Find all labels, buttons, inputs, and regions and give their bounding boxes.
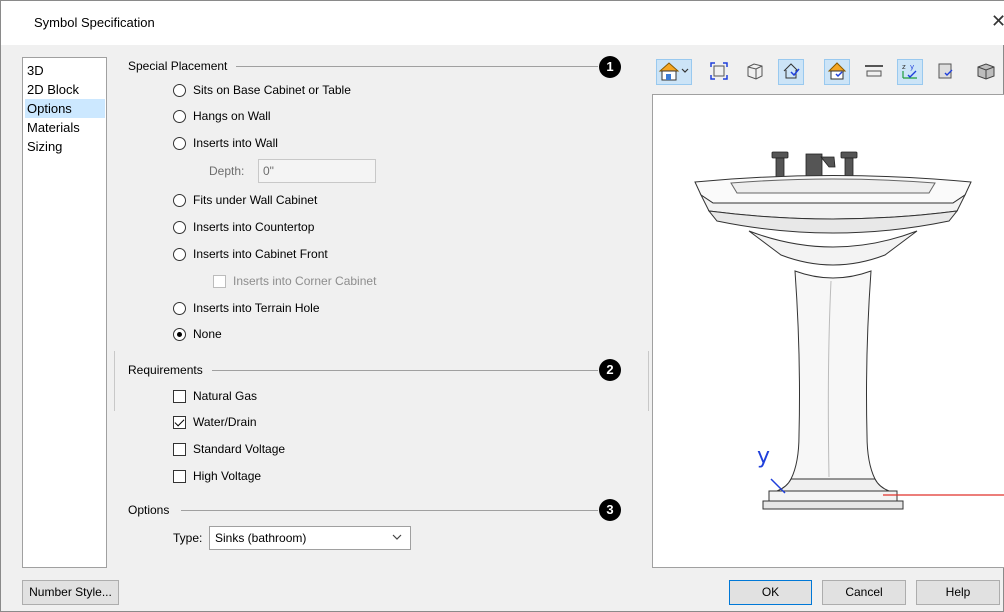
symbol-specification-dialog: Symbol Specification ✕ 3D 2D Block Optio… [0, 0, 1004, 612]
type-select[interactable]: Sinks (bathroom) [209, 526, 411, 550]
special-placement-divider [236, 66, 598, 67]
show-edges-button[interactable] [778, 59, 804, 85]
show-materials-icon [936, 61, 956, 84]
axes-button[interactable]: zy [897, 59, 923, 85]
cube-button[interactable] [973, 59, 999, 85]
checkbox[interactable] [173, 389, 186, 403]
cube-icon [975, 61, 997, 84]
depth-label: Depth: [209, 164, 245, 178]
ok-button[interactable]: OK [729, 580, 812, 605]
svg-text:z: z [902, 63, 906, 71]
checkbox[interactable] [173, 469, 186, 483]
chevron-down-icon [392, 530, 402, 552]
category-list: 3D 2D Block Options Materials Sizing [22, 57, 107, 568]
radio-button[interactable] [173, 301, 186, 315]
radio-inserts-into-terrain-hole[interactable]: Inserts into Terrain Hole [173, 300, 320, 316]
radio-inserts-into-cabinet-front[interactable]: Inserts into Cabinet Front [173, 246, 328, 262]
nav-item-options[interactable]: Options [25, 99, 105, 118]
radio-button[interactable] [173, 83, 186, 97]
checkbox-label: Natural Gas [193, 389, 258, 403]
axes-icon: zy [900, 61, 920, 84]
wireframe-button[interactable] [742, 59, 768, 85]
sink-preview-drawing: y [694, 151, 1004, 510]
radio-label: None [193, 327, 222, 341]
nav-item-materials[interactable]: Materials [25, 118, 105, 137]
radio-hangs-on-wall[interactable]: Hangs on Wall [173, 108, 271, 124]
fill-window-icon [709, 61, 729, 84]
radio-label: Fits under Wall Cabinet [193, 193, 318, 207]
radio-button[interactable] [173, 220, 186, 234]
checkbox-label: High Voltage [193, 469, 262, 483]
show-texture-icon [827, 61, 847, 84]
show-edges-icon [781, 61, 801, 84]
depth-field: 0" [258, 159, 376, 183]
type-label: Type: [173, 531, 203, 545]
checkbox [213, 274, 226, 288]
svg-text:y: y [910, 63, 914, 71]
radio-button[interactable] [173, 247, 186, 261]
cancel-button[interactable]: Cancel [822, 580, 906, 605]
render-view-icon [658, 60, 690, 85]
callout-badge-1: 1 [599, 56, 621, 78]
requirements-divider [212, 370, 598, 371]
show-floor-icon [863, 61, 885, 84]
radio-button[interactable] [173, 109, 186, 123]
radio-none[interactable]: None [173, 326, 222, 342]
close-icon[interactable]: ✕ [991, 11, 1004, 32]
checkbox-inserts-into-corner-cabinet: Inserts into Corner Cabinet [213, 273, 376, 289]
radio-button[interactable] [173, 136, 186, 150]
right-splitter[interactable] [648, 351, 649, 411]
options-heading: Options [128, 503, 170, 517]
fill-window-button[interactable] [706, 59, 732, 85]
radio-sits-on-base-cabinet[interactable]: Sits on Base Cabinet or Table [173, 82, 351, 98]
checkbox-checked[interactable] [173, 415, 186, 429]
radio-inserts-into-countertop[interactable]: Inserts into Countertop [173, 219, 314, 235]
checkbox-water-drain[interactable]: Water/Drain [173, 414, 257, 430]
number-style-button[interactable]: Number Style... [22, 580, 119, 605]
radio-label: Inserts into Terrain Hole [193, 301, 320, 315]
nav-item-2d-block[interactable]: 2D Block [25, 80, 105, 99]
radio-label: Inserts into Wall [193, 136, 278, 150]
wireframe-icon [745, 61, 765, 84]
radio-label: Hangs on Wall [193, 109, 271, 123]
3d-preview-viewport[interactable]: y [652, 94, 1004, 568]
radio-inserts-into-wall[interactable]: Inserts into Wall [173, 135, 278, 151]
type-select-value: Sinks (bathroom) [215, 531, 307, 545]
left-splitter[interactable] [114, 351, 115, 411]
radio-label: Inserts into Countertop [193, 220, 315, 234]
nav-item-3d[interactable]: 3D [25, 61, 105, 80]
radio-button[interactable] [173, 193, 186, 207]
show-materials-button[interactable] [933, 59, 959, 85]
callout-badge-3: 3 [599, 499, 621, 521]
radio-label: Sits on Base Cabinet or Table [193, 83, 351, 97]
render-view-button[interactable] [656, 59, 692, 85]
requirements-heading: Requirements [128, 363, 203, 377]
callout-badge-2: 2 [599, 359, 621, 381]
help-button[interactable]: Help [916, 580, 1000, 605]
radio-button-selected[interactable] [173, 327, 186, 341]
checkbox[interactable] [173, 442, 186, 456]
options-divider [181, 510, 598, 511]
dialog-title: Symbol Specification [34, 15, 155, 30]
checkbox-standard-voltage[interactable]: Standard Voltage [173, 441, 285, 457]
checkbox-natural-gas[interactable]: Natural Gas [173, 388, 257, 404]
show-texture-button[interactable] [824, 59, 850, 85]
radio-label: Inserts into Cabinet Front [193, 247, 328, 261]
checkbox-label: Standard Voltage [193, 442, 286, 456]
checkbox-high-voltage[interactable]: High Voltage [173, 468, 261, 484]
special-placement-heading: Special Placement [128, 59, 228, 73]
checkbox-label: Inserts into Corner Cabinet [233, 274, 377, 288]
nav-item-sizing[interactable]: Sizing [25, 137, 105, 156]
y-axis-label: y [757, 444, 770, 469]
checkbox-label: Water/Drain [193, 415, 257, 429]
title-bar: Symbol Specification ✕ [1, 1, 1004, 45]
radio-fits-under-wall-cabinet[interactable]: Fits under Wall Cabinet [173, 192, 317, 208]
show-floor-button[interactable] [861, 59, 887, 85]
